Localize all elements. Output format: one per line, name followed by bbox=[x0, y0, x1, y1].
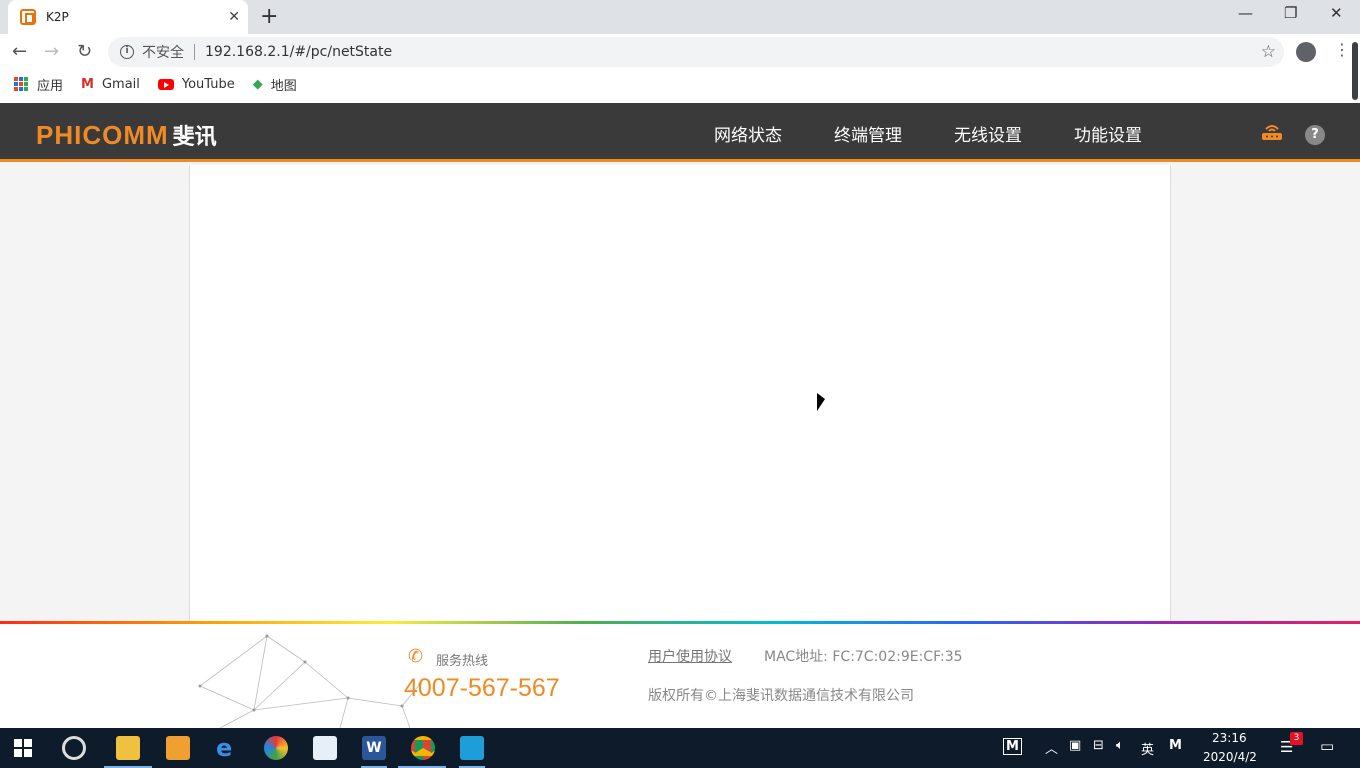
bookmarks-bar: 应用 M Gmail YouTube ◆ 地图 bbox=[0, 70, 1360, 98]
reload-button[interactable]: ↻ bbox=[77, 41, 92, 62]
edge-icon[interactable]: e bbox=[216, 736, 240, 760]
minimize-button[interactable]: — bbox=[1238, 4, 1253, 22]
bookmark-youtube[interactable]: YouTube bbox=[157, 76, 235, 92]
youtube-icon bbox=[157, 78, 174, 90]
bookmark-maps[interactable]: ◆ 地图 bbox=[253, 75, 297, 94]
phicomm-favicon-icon bbox=[20, 9, 36, 25]
store-icon[interactable] bbox=[166, 736, 190, 760]
clock-time[interactable]: 23:16 bbox=[1212, 731, 1247, 745]
tray-network-icon[interactable]: ⊟ bbox=[1093, 738, 1104, 753]
security-label[interactable]: 不安全 bbox=[142, 42, 184, 62]
browser-toolbar: ← → ↻ i 不安全 192.168.2.1/#/pc/netState ☆ bbox=[0, 34, 1360, 70]
address-bar[interactable]: i 不安全 192.168.2.1/#/pc/netState ☆ bbox=[108, 37, 1284, 67]
mac-value: FC:7C:02:9E:CF:35 bbox=[832, 649, 963, 665]
info-icon[interactable]: i bbox=[120, 45, 134, 59]
notification-badge: 3 bbox=[1290, 732, 1303, 745]
bookmark-label: 应用 bbox=[37, 78, 64, 94]
divider bbox=[194, 44, 195, 60]
copyright-text: 版权所有©上海斐讯数据通信技术有限公司 bbox=[648, 688, 914, 704]
page-scrollbar[interactable] bbox=[1352, 42, 1358, 100]
nav-device-management[interactable]: 终端管理 bbox=[834, 121, 902, 146]
mac-label: MAC地址: bbox=[764, 649, 828, 665]
back-button[interactable]: ← bbox=[12, 41, 27, 62]
chrome-icon[interactable] bbox=[411, 736, 435, 760]
maps-pin-icon: ◆ bbox=[252, 76, 263, 92]
router-header: PHICOMM 斐讯 网络状态 终端管理 无线设置 功能设置 ? bbox=[0, 103, 1360, 162]
volume-icon[interactable]: 🔈︎ bbox=[1116, 738, 1124, 753]
tray-device-icon[interactable]: ▣ bbox=[1069, 738, 1081, 753]
mac-address: MAC地址: FC:7C:02:9E:CF:35 bbox=[764, 646, 963, 666]
bookmark-label: Gmail bbox=[101, 76, 140, 92]
hotline-number: 4007-567-567 bbox=[404, 674, 560, 702]
tray-m-icon[interactable]: M bbox=[1003, 738, 1022, 755]
browser-menu-icon[interactable]: ⋮ bbox=[1334, 40, 1350, 59]
word-icon[interactable]: W bbox=[362, 736, 386, 760]
help-icon[interactable]: ? bbox=[1305, 125, 1325, 145]
url-text[interactable]: 192.168.2.1/#/pc/netState bbox=[205, 44, 392, 60]
close-tab-icon[interactable]: ✕ bbox=[228, 9, 240, 25]
tray-expand-icon[interactable]: ︿ bbox=[1045, 738, 1058, 757]
colorful-app-icon[interactable] bbox=[264, 736, 288, 760]
footer: ✆ 服务热线 4007-567-567 用户使用协议 MAC地址: FC:7C:… bbox=[0, 624, 1360, 728]
ime-m-icon[interactable]: M bbox=[1169, 738, 1182, 753]
gmail-icon: M bbox=[81, 76, 94, 92]
nav-function-settings[interactable]: 功能设置 bbox=[1074, 121, 1142, 146]
user-agreement-link[interactable]: 用户使用协议 bbox=[648, 646, 732, 666]
apps-grid-icon bbox=[14, 77, 28, 91]
input-language[interactable]: 英 bbox=[1141, 739, 1154, 758]
notification-chat-icon[interactable]: ▭ bbox=[1320, 737, 1334, 755]
bookmark-label: 地图 bbox=[270, 78, 297, 94]
mouse-cursor-icon bbox=[817, 393, 825, 411]
feishu-icon[interactable] bbox=[313, 736, 337, 760]
router-icon[interactable] bbox=[1261, 123, 1283, 146]
logo-text-cn: 斐讯 bbox=[172, 125, 217, 150]
bookmark-star-icon[interactable]: ☆ bbox=[1261, 42, 1276, 62]
clock-date[interactable]: 2020/4/2 bbox=[1203, 750, 1257, 764]
main-content-panel bbox=[189, 165, 1171, 621]
restore-button[interactable]: ❐ bbox=[1284, 4, 1297, 22]
browser-chrome: K2P ✕ + — ❐ ✕ ← → ↻ i 不安全 192.168.2.1/#/… bbox=[0, 0, 1360, 103]
nav-network-status[interactable]: 网络状态 bbox=[714, 121, 782, 146]
phicomm-logo[interactable]: PHICOMM 斐讯 bbox=[36, 119, 217, 151]
windows-start-icon[interactable] bbox=[14, 739, 32, 757]
hotline-label: 服务热线 bbox=[436, 654, 489, 669]
logo-text-en: PHICOMM bbox=[36, 119, 169, 150]
tab-strip: K2P ✕ + — ❐ ✕ bbox=[0, 0, 1360, 34]
new-tab-button[interactable]: + bbox=[260, 4, 278, 29]
browser-tab[interactable]: K2P ✕ bbox=[8, 0, 248, 34]
profile-avatar-icon[interactable] bbox=[1296, 42, 1316, 62]
forward-button[interactable]: → bbox=[44, 41, 59, 62]
nav-wireless-settings[interactable]: 无线设置 bbox=[954, 121, 1022, 146]
close-window-button[interactable]: ✕ bbox=[1330, 4, 1343, 22]
app-icon-1[interactable] bbox=[62, 736, 86, 760]
phone-icon: ✆ bbox=[408, 646, 424, 667]
file-explorer-icon[interactable] bbox=[116, 736, 140, 760]
bookmark-label: YouTube bbox=[181, 76, 235, 92]
bookmark-gmail[interactable]: M Gmail bbox=[81, 77, 140, 92]
bookmark-apps[interactable]: 应用 bbox=[14, 75, 63, 94]
video-app-icon[interactable] bbox=[460, 736, 484, 760]
tab-title: K2P bbox=[46, 10, 69, 24]
windows-taskbar: e W M ︿ ▣ ⊟ 🔈︎ 英 M 23:16 2020/4/2 ☰ 3 ▭ bbox=[0, 728, 1360, 768]
